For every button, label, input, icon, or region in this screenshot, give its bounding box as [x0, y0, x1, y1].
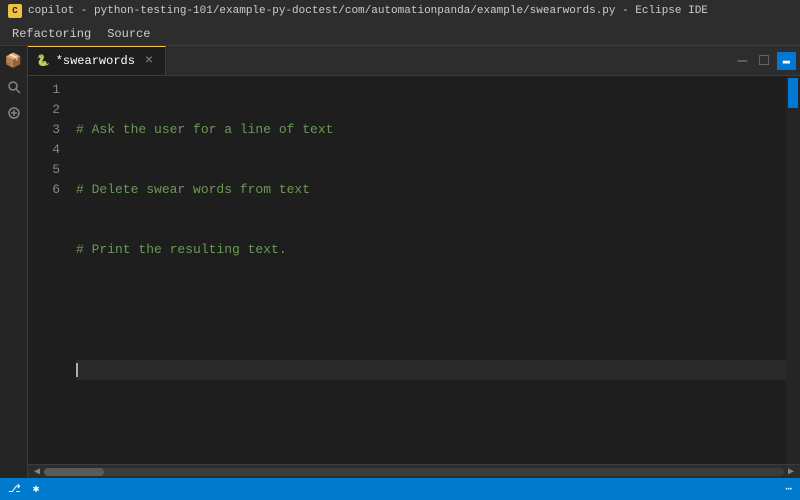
- line-num-4: 4: [36, 140, 60, 160]
- editor-area: 🐍 *swearwords × — □ ▬ 1 2 3 4 5 6: [28, 46, 800, 478]
- restore-button[interactable]: □: [755, 50, 773, 72]
- code-editor[interactable]: 1 2 3 4 5 6 # Ask the user for a line of…: [28, 76, 800, 464]
- scroll-right-button[interactable]: ▶: [784, 467, 798, 477]
- code-line-4: [76, 300, 792, 320]
- code-line-3: # Print the resulting text.: [76, 240, 792, 260]
- horizontal-scrollbar[interactable]: ◀ ▶: [28, 464, 800, 478]
- line-2-text: # Delete swear words from text: [76, 180, 310, 200]
- statusbar-right: ⋯: [785, 482, 792, 496]
- line-1-text: # Ask the user for a line of text: [76, 120, 333, 140]
- code-line-2: # Delete swear words from text: [76, 180, 792, 200]
- line-num-5: 5: [36, 160, 60, 180]
- right-scrollbar-indicator: [786, 76, 800, 464]
- app-icon: C: [8, 4, 22, 18]
- file-tab[interactable]: 🐍 *swearwords ×: [28, 46, 166, 75]
- code-line-5: [76, 360, 792, 380]
- line-num-3: 3: [36, 120, 60, 140]
- tab-close-button[interactable]: ×: [141, 53, 157, 69]
- statusbar: ⎇ ✱ ⋯: [0, 478, 800, 500]
- git-branch-icon: ⎇: [8, 482, 21, 496]
- line-3-text: # Print the resulting text.: [76, 240, 287, 260]
- line-num-6: 6: [36, 180, 60, 200]
- main-area: 📦 🐍 *swearwords × —: [0, 46, 800, 478]
- code-line-1: # Ask the user for a line of text: [76, 120, 792, 140]
- scroll-indicator-block: [788, 78, 798, 108]
- tab-controls: — □ ▬: [730, 46, 800, 75]
- line-4-text: [76, 300, 84, 320]
- minimize-button[interactable]: —: [734, 50, 752, 72]
- scrollbar-track[interactable]: [44, 468, 784, 476]
- scroll-left-button[interactable]: ◀: [30, 467, 44, 477]
- line-6-text: [76, 420, 84, 440]
- text-cursor: [76, 363, 78, 377]
- asterisk-icon: ✱: [33, 482, 40, 496]
- titlebar-title: copilot - python-testing-101/example-py-…: [28, 5, 708, 17]
- package-icon[interactable]: 📦: [3, 50, 25, 72]
- status-asterisk: ✱: [33, 482, 40, 496]
- search-icon[interactable]: [3, 76, 25, 98]
- sidebar: 📦: [0, 46, 28, 478]
- git-status: ⎇: [8, 482, 21, 496]
- menu-source[interactable]: Source: [99, 22, 158, 45]
- line-num-1: 1: [36, 80, 60, 100]
- code-content[interactable]: # Ask the user for a line of text # Dele…: [68, 76, 800, 464]
- more-options-icon[interactable]: ⋯: [785, 482, 792, 496]
- menu-refactoring[interactable]: Refactoring: [4, 22, 99, 45]
- find-icon[interactable]: [3, 102, 25, 124]
- code-line-6: [76, 420, 792, 440]
- view-highlight-button[interactable]: ▬: [777, 52, 796, 70]
- tabbar: 🐍 *swearwords × — □ ▬: [28, 46, 800, 76]
- line-num-2: 2: [36, 100, 60, 120]
- menubar: Refactoring Source: [0, 22, 800, 46]
- titlebar: C copilot - python-testing-101/example-p…: [0, 0, 800, 22]
- tab-spacer: [166, 46, 730, 75]
- line-numbers: 1 2 3 4 5 6: [28, 76, 68, 464]
- scrollbar-thumb[interactable]: [44, 468, 104, 476]
- python-file-icon: 🐍: [36, 54, 50, 68]
- tab-label: *swearwords: [56, 54, 135, 68]
